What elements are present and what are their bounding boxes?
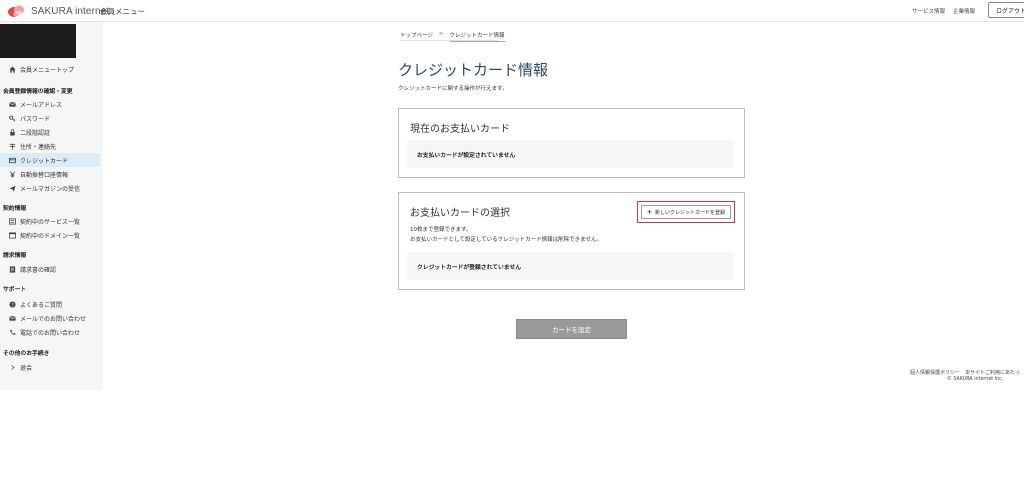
sidebar-item-label: 自動振替口座情報 xyxy=(20,171,69,179)
section-billing: 請求情報 xyxy=(3,253,27,259)
yen-icon xyxy=(9,170,16,178)
sidebar-item-label: 二段階認証 xyxy=(20,129,51,137)
sidebar-item-invoice[interactable]: 請求書の確認 xyxy=(9,263,56,275)
section-other-procedures: その他のお手続き xyxy=(3,351,50,357)
breadcrumb-divider xyxy=(400,40,498,41)
sidebar-item-label: 退会 xyxy=(20,364,33,372)
sidebar-item-label: 請求書の確認 xyxy=(20,266,57,274)
current-card-panel: 現在のお支払いカード お支払いカードが設定されていません xyxy=(398,108,745,178)
top-header: SAKURA internet 会員メニュー サービス情報 企業情報 ログアウト xyxy=(0,0,1024,22)
sidebar-item-password[interactable]: パスワード xyxy=(9,112,50,124)
card-limit-note: 10枚まで登録できます。 xyxy=(410,227,472,233)
sidebar-item-two-factor[interactable]: 二段階認証 xyxy=(9,126,50,138)
sidebar-item-domains[interactable]: 契約中のドメイン一覧 xyxy=(9,229,80,241)
sidebar-item-label: クレジットカード xyxy=(20,157,69,165)
chevron-right-icon xyxy=(9,364,16,371)
sidebar-item-email[interactable]: メールアドレス xyxy=(9,98,62,110)
document-icon xyxy=(9,265,16,273)
phone-icon xyxy=(9,329,16,336)
add-card-highlight: + 新しいクレジットカードを登録 xyxy=(637,201,735,223)
sidebar-item-label: メールマガジンの受信 xyxy=(20,185,81,193)
sidebar-item-label: 契約中のサービス一覧 xyxy=(20,218,81,226)
sidebar-item-label: 住所・連絡先 xyxy=(20,143,57,151)
sidebar-item-label: パスワード xyxy=(20,115,51,123)
envelope-icon xyxy=(9,101,16,108)
sidebar-item-label: メールでのお問い合わせ xyxy=(20,315,87,323)
registered-cards-status: クレジットカードが登録されていません xyxy=(407,252,734,280)
sidebar-item-label: 契約中のドメイン一覧 xyxy=(20,232,81,240)
account-info-redacted xyxy=(0,24,76,58)
sidebar-item-credit-card[interactable]: クレジットカード xyxy=(9,154,68,166)
credit-card-icon xyxy=(9,157,16,164)
sakura-logo[interactable]: SAKURA internet xyxy=(6,3,109,19)
member-menu-label: 会員メニュー xyxy=(100,7,145,16)
select-card-panel: お支払いカードの選択 + 新しいクレジットカードを登録 10枚まで登録できます。… xyxy=(398,192,745,290)
sidebar-item-email-inquiry[interactable]: メールでのお問い合わせ xyxy=(9,312,86,324)
logo-text: SAKURA internet xyxy=(31,5,110,17)
sakura-logo-icon xyxy=(8,5,24,17)
window-icon xyxy=(9,231,16,239)
envelope-icon xyxy=(9,315,16,322)
current-card-status: お支払いカードが設定されていません xyxy=(407,140,734,168)
copyright: © SAKURA internet Inc. xyxy=(947,377,1004,382)
sidebar-item-address[interactable]: 住所・連絡先 xyxy=(9,140,56,152)
sidebar-item-newsletter[interactable]: メールマガジンの受信 xyxy=(9,182,80,194)
question-circle-icon: ? xyxy=(9,300,16,308)
current-card-title: 現在のお支払いカード xyxy=(410,124,510,135)
company-info-link[interactable]: 企業情報 xyxy=(953,7,975,15)
sidebar-item-phone-inquiry[interactable]: 電話でのお問い合わせ xyxy=(9,326,80,338)
logout-button[interactable]: ログアウト xyxy=(988,2,1024,18)
sidebar-item-label: 会員メニュートップ xyxy=(20,66,75,74)
card-delete-note: お支払いカードとして設定しているクレジットカード情報は削除できません。 xyxy=(410,237,603,243)
sidebar-item-bank-transfer[interactable]: 自動振替口座情報 xyxy=(9,168,68,180)
section-support: サポート xyxy=(3,287,27,293)
sidebar-item-label: よくあるご質問 xyxy=(20,301,63,309)
home-icon xyxy=(9,65,16,73)
page-description: クレジットカードに関する操作が行えます。 xyxy=(398,86,508,92)
sidebar-item-label: 電話でのお問い合わせ xyxy=(20,329,81,337)
section-account-settings: 会員登録情報の確認・変更 xyxy=(3,89,73,95)
sidebar-item-label: メールアドレス xyxy=(20,101,63,109)
sidebar-item-member-top[interactable]: 会員メニュートップ xyxy=(9,63,74,75)
section-contract-info: 契約情報 xyxy=(3,206,27,212)
list-icon xyxy=(9,217,16,225)
paper-plane-icon xyxy=(9,185,16,192)
service-info-link[interactable]: サービス情報 xyxy=(912,7,945,15)
lock-icon xyxy=(9,128,16,136)
sidebar-item-services[interactable]: 契約中のサービス一覧 xyxy=(9,215,80,227)
key-icon xyxy=(9,115,16,122)
signpost-icon xyxy=(9,143,16,150)
select-card-title: お支払いカードの選択 xyxy=(410,208,510,219)
sidebar-item-faq[interactable]: ? よくあるご質問 xyxy=(9,298,62,310)
set-card-button[interactable]: カードを設定 xyxy=(516,319,627,339)
plus-icon: + xyxy=(646,208,652,216)
sidebar-item-withdraw[interactable]: 退会 xyxy=(9,361,32,373)
page-title: クレジットカード情報 xyxy=(398,61,549,79)
sidebar: 会員メニュートップ 会員登録情報の確認・変更 メールアドレス パスワード 二段階… xyxy=(0,22,103,390)
add-credit-card-button[interactable]: + 新しいクレジットカードを登録 xyxy=(641,205,731,219)
footer-links[interactable]: 個人情報保護ポリシー 本サイトご利用にあたっ xyxy=(910,369,1020,376)
add-card-label: 新しいクレジットカードを登録 xyxy=(655,209,726,216)
